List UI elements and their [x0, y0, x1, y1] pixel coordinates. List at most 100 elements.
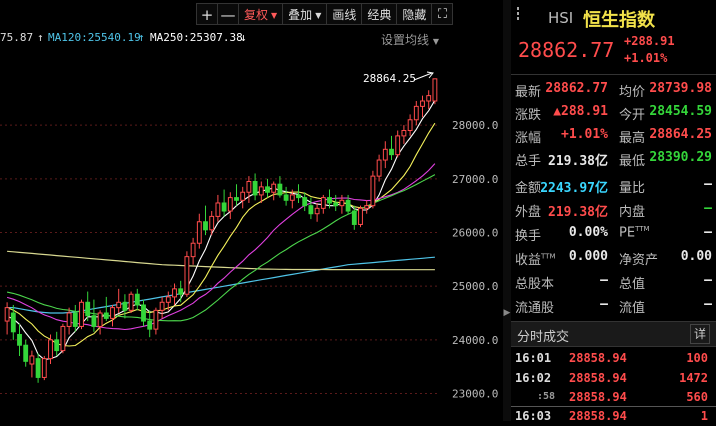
- candle: [128, 291, 134, 314]
- chevron-right-icon[interactable]: ▶: [503, 308, 511, 318]
- amount-value: 2243.97亿: [540, 181, 608, 196]
- volume-value: 219.38亿: [548, 154, 608, 169]
- ma120-line: [7, 256, 435, 314]
- trade-volume: 1472: [679, 371, 708, 385]
- trade-price: 28858.94: [569, 351, 627, 365]
- trades-detail-button[interactable]: 详: [690, 324, 710, 344]
- low-label: 最低: [619, 154, 646, 169]
- stock-name: 恒生指数: [583, 10, 655, 31]
- candle: [141, 299, 146, 327]
- candle: [110, 304, 115, 327]
- zoom-out-button[interactable]: —: [217, 3, 239, 25]
- candle: [190, 237, 196, 265]
- outer-label: 外盘: [515, 205, 542, 220]
- trade-price: 28858.94: [569, 371, 627, 385]
- amount-label: 金额: [515, 181, 542, 196]
- high-value: 28864.25: [649, 127, 712, 142]
- candle: [382, 141, 388, 169]
- open-value: 28454.59: [649, 104, 712, 119]
- candle: [153, 307, 159, 335]
- change-value: ▲288.91: [553, 104, 608, 119]
- price-change: +288.91: [624, 34, 675, 48]
- trade-price: 28858.94: [569, 390, 627, 404]
- latest-value: 28862.77: [545, 81, 608, 96]
- candle: [196, 213, 202, 249]
- kline-chart-area[interactable]: 28000.0 27000.0 26000.0 25000.0 24000.0 23000…: [0, 0, 503, 421]
- draw-line-button[interactable]: 画线: [326, 3, 363, 25]
- caret-down-icon: ▼: [271, 10, 278, 20]
- ma-settings-label: 设置均线: [381, 33, 430, 47]
- eps-label-text: 收益: [515, 253, 542, 268]
- chart-toolbar: + — 复权 ▼ 叠加 ▼ 画线 经典 隐藏 ⛶: [196, 3, 454, 25]
- candle: [246, 176, 252, 203]
- eps-label: 收益TTM: [515, 249, 555, 268]
- candle: [308, 197, 314, 220]
- fullscreen-icon[interactable]: ⛶: [431, 3, 454, 25]
- candle: [252, 173, 258, 201]
- candle: [358, 205, 363, 228]
- bvps-value: 0.00: [680, 249, 712, 264]
- fuquan-dropdown[interactable]: 复权 ▼: [238, 3, 284, 25]
- candle: [258, 181, 264, 203]
- pe-ttm-sup: TTM: [635, 225, 650, 233]
- candle: [10, 304, 16, 340]
- candle: [97, 310, 103, 335]
- menu-icon[interactable]: [517, 5, 519, 22]
- caret-down-icon: ▼: [432, 37, 439, 46]
- candle: [147, 310, 153, 338]
- candle: [35, 353, 41, 383]
- zoom-in-button[interactable]: +: [196, 3, 218, 25]
- candle: [283, 186, 289, 206]
- candle: [234, 184, 239, 206]
- eps-ttm-sup: TTM: [541, 252, 556, 261]
- avg-label: 均价: [619, 85, 646, 100]
- float-shares-value: —: [600, 297, 608, 312]
- overlay-dropdown[interactable]: 叠加 ▼: [282, 3, 328, 25]
- pct-label: 涨幅: [515, 131, 542, 146]
- candle: [426, 90, 432, 110]
- total-value-label: 总值: [619, 277, 646, 292]
- pe-label-text: PE: [619, 225, 636, 241]
- candle: [296, 184, 301, 203]
- ma250-line: [7, 250, 435, 271]
- candle: [66, 307, 72, 335]
- ma120-value: MA120:25540.19: [48, 31, 141, 44]
- candle: [240, 186, 246, 209]
- trades-title: 分时成交: [517, 330, 570, 345]
- classic-button[interactable]: 经典: [361, 3, 398, 25]
- latest-label: 最新: [515, 85, 542, 100]
- trade-row: 16:02 28858.94 1472: [515, 369, 708, 388]
- candle: [314, 202, 320, 222]
- float-value-label: 流值: [619, 301, 646, 316]
- turnover-value: 0.00%: [568, 225, 608, 240]
- trades-header: 分时成交 详: [511, 321, 716, 347]
- candle: [364, 200, 370, 214]
- pct-value: +1.01%: [561, 127, 608, 142]
- candle: [79, 299, 84, 330]
- price-change-pct: +1.01%: [624, 51, 668, 65]
- eps-value: 0.000: [568, 249, 608, 264]
- candle: [203, 205, 208, 236]
- y-tick-label: 27000.0: [452, 173, 498, 186]
- y-tick-label: 24000.0: [452, 334, 498, 347]
- total-value-value: —: [704, 273, 712, 288]
- candle: [302, 192, 308, 212]
- candle: [221, 189, 227, 217]
- volume-label: 总手: [515, 154, 542, 169]
- ma-settings-button[interactable]: 设置均线 ▼: [381, 31, 439, 48]
- candle: [159, 296, 165, 319]
- overlay-label: 叠加: [288, 8, 313, 22]
- high-label: 最高: [619, 131, 646, 146]
- candle: [395, 130, 401, 158]
- hide-button[interactable]: 隐藏: [396, 3, 433, 25]
- candle: [320, 194, 326, 214]
- candle: [370, 170, 376, 209]
- trade-time: :58: [537, 391, 556, 402]
- fuquan-label: 复权: [244, 8, 269, 22]
- inner-label: 内盘: [619, 205, 646, 220]
- arrow-up-icon: ↑: [37, 31, 44, 44]
- turnover-label: 换手: [515, 229, 542, 244]
- y-tick-label: 28000.0: [452, 119, 498, 132]
- kline-chart[interactable]: 28000.0 27000.0 26000.0 25000.0 24000.0 23000…: [0, 0, 503, 421]
- stock-code: HSI: [548, 9, 574, 27]
